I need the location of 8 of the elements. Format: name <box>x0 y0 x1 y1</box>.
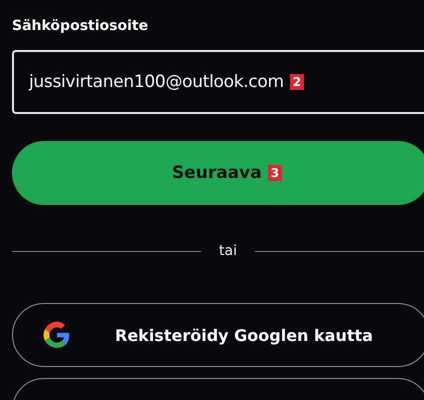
number-badge: 2 <box>290 74 304 90</box>
google-signup-button[interactable]: Rekisteröidy Googlen kautta <box>12 303 424 367</box>
divider-text: tai <box>219 243 237 259</box>
next-button[interactable]: Seuraava 3 <box>12 141 424 205</box>
email-field[interactable]: jussivirtanen100@outlook.com 2 <box>12 50 424 114</box>
number-badge: 3 <box>268 165 282 181</box>
google-icon <box>43 321 71 349</box>
email-label: Sähköpostiosoite <box>12 18 150 34</box>
